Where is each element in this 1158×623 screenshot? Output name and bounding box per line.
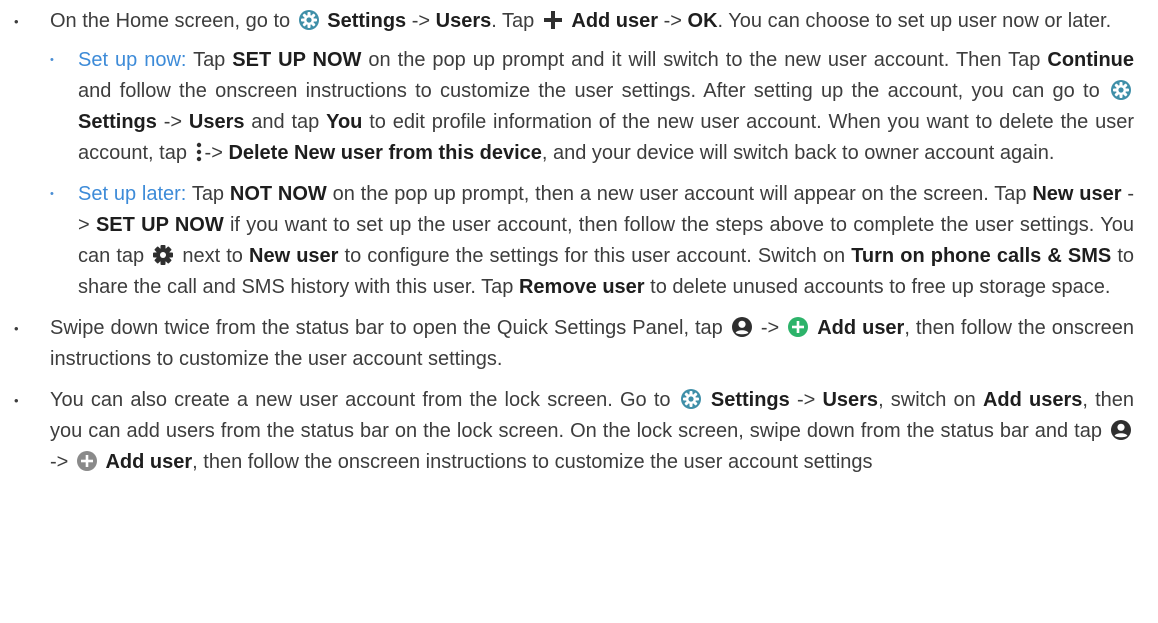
arrow-text: -> (163, 111, 183, 133)
more-vertical-icon (195, 141, 203, 163)
text: to delete unused accounts to free up sto… (650, 276, 1111, 298)
settings-gear-icon (298, 9, 320, 31)
sub-item-set-up-later: Set up later: Tap NOT NOW on the pop up … (50, 179, 1134, 303)
new-user-term: New user (249, 245, 339, 267)
text: to configure the settings for this user … (344, 245, 846, 267)
arrow-text: -> (796, 389, 816, 411)
set-up-now-term: SET UP NOW (232, 49, 362, 71)
delete-user-term: Delete New user from this device (228, 142, 542, 164)
text: , switch on (878, 389, 976, 411)
settings-term: Settings (327, 10, 407, 32)
arrow-text: -> (50, 451, 69, 473)
sub-heading: Set up later: (78, 183, 187, 205)
account-circle-icon (731, 316, 753, 338)
sub-item-set-up-now: Set up now: Tap SET UP NOW on the pop up… (50, 45, 1134, 169)
add-users-term: Add users (982, 389, 1083, 411)
settings-term: Settings (78, 111, 157, 133)
document-body: On the Home screen, go to Settings -> Us… (0, 0, 1158, 478)
ok-term: OK (687, 10, 718, 32)
users-term: Users (822, 389, 879, 411)
plus-icon (542, 9, 564, 31)
text: and tap (251, 111, 320, 133)
text: , then follow the onscreen instructions … (192, 451, 873, 473)
remove-user-term: Remove user (518, 276, 645, 298)
text: Tap (191, 183, 225, 205)
continue-term: Continue (1047, 49, 1135, 71)
add-user-term: Add user (105, 451, 193, 473)
add-user-term: Add user (571, 10, 659, 32)
list-item-add-user: On the Home screen, go to Settings -> Us… (14, 6, 1134, 303)
arrow-text: -> (411, 10, 431, 32)
text: , and your device will switch back to ow… (541, 142, 1055, 164)
text: Swipe down twice from the status bar to … (50, 317, 723, 339)
not-now-term: NOT NOW (229, 183, 327, 205)
text: You can also create a new user account f… (50, 389, 671, 411)
users-term: Users (188, 111, 245, 133)
set-up-now-term: SET UP NOW (95, 214, 224, 236)
sub-heading: Set up now: (78, 49, 187, 71)
new-user-term: New user (1032, 183, 1122, 205)
add-circle-icon (787, 316, 809, 338)
text: . Tap (491, 10, 535, 32)
text: Tap (193, 49, 226, 71)
users-term: Users (435, 10, 492, 32)
text: . You can choose to set up user now or l… (717, 10, 1112, 32)
phone-calls-sms-term: Turn on phone calls & SMS (851, 245, 1112, 267)
add-circle-icon (76, 450, 98, 472)
text: next to (182, 245, 243, 267)
text: on the pop up prompt, then a new user ac… (332, 183, 1027, 205)
gear-icon (152, 244, 174, 266)
settings-gear-icon (680, 388, 702, 410)
arrow-text: -> (663, 10, 682, 32)
settings-gear-icon (1110, 79, 1132, 101)
arrow-text: -> (760, 317, 780, 339)
account-circle-icon (1110, 419, 1132, 441)
settings-term: Settings (710, 389, 790, 411)
you-term: You (326, 111, 363, 133)
sub-list: Set up now: Tap SET UP NOW on the pop up… (50, 45, 1134, 303)
list-item-lock-screen: You can also create a new user account f… (14, 385, 1134, 478)
arrow-text: -> (204, 142, 223, 164)
text: and follow the onscreen instructions to … (78, 80, 1100, 102)
list-item-quick-settings: Swipe down twice from the status bar to … (14, 313, 1134, 375)
text: on the pop up prompt and it will switch … (368, 49, 1041, 71)
add-user-term: Add user (817, 317, 905, 339)
text: On the Home screen, go to (50, 10, 291, 32)
